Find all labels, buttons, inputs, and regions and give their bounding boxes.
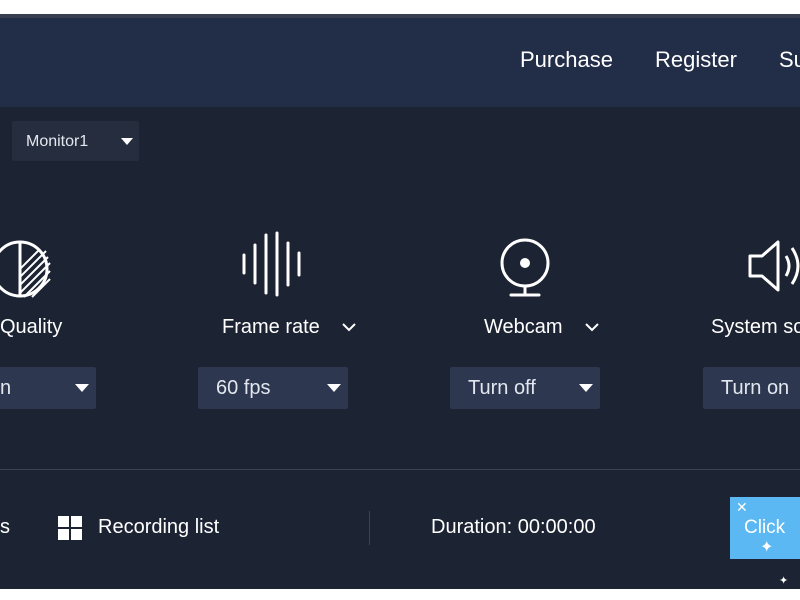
chevron-down-icon[interactable] — [585, 319, 599, 337]
click-promo-label: Click — [744, 517, 786, 538]
system-sound-dropdown[interactable]: Turn on — [703, 367, 800, 409]
quality-title: Quality — [0, 316, 63, 338]
webcam-icon — [497, 235, 553, 304]
duration-label: Duration: 00:00:00 — [431, 516, 596, 538]
settings-link[interactable]: s — [0, 516, 10, 539]
webcam-value: Turn off — [468, 377, 536, 399]
quality-icon — [0, 237, 52, 306]
sparkle-icon: ✦ — [760, 539, 774, 556]
close-icon[interactable]: ✕ — [736, 499, 748, 516]
caret-down-icon — [327, 384, 341, 392]
recording-list-button[interactable]: Recording list — [58, 514, 238, 544]
recorder-window: Purchase Register Su Monitor1 Quality n … — [0, 14, 800, 589]
webcam-dropdown[interactable]: Turn off — [450, 367, 600, 409]
section-divider — [0, 469, 800, 470]
quality-dropdown[interactable]: n — [0, 367, 96, 409]
grid-icon — [58, 516, 82, 545]
monitor-select[interactable]: Monitor1 — [12, 121, 139, 161]
top-bar: Purchase Register Su — [0, 14, 800, 107]
sparkle-icon: ✦ — [779, 575, 789, 587]
system-sound-title: System so — [711, 316, 800, 338]
frame-rate-value: 60 fps — [216, 377, 271, 399]
recording-list-label: Recording list — [98, 516, 220, 538]
quality-value: n — [0, 377, 12, 399]
support-link[interactable]: Su — [779, 47, 800, 73]
purchase-link[interactable]: Purchase — [520, 47, 613, 73]
chevron-down-icon[interactable] — [342, 319, 356, 337]
system-sound-value: Turn on — [721, 377, 790, 399]
register-link[interactable]: Register — [655, 47, 737, 73]
footer-divider — [369, 511, 370, 545]
frame-rate-dropdown[interactable]: 60 fps — [198, 367, 348, 409]
caret-down-icon — [121, 138, 133, 145]
webcam-title: Webcam — [484, 316, 563, 338]
click-promo-button[interactable]: ✕ Click ✦ — [730, 497, 800, 559]
waveform-icon — [240, 229, 306, 304]
caret-down-icon — [75, 384, 89, 392]
caret-down-icon — [579, 384, 593, 392]
frame-rate-title: Frame rate — [222, 316, 320, 338]
speaker-icon — [746, 236, 800, 301]
title-bar-edge — [0, 14, 800, 18]
monitor-select-value: Monitor1 — [26, 133, 89, 150]
